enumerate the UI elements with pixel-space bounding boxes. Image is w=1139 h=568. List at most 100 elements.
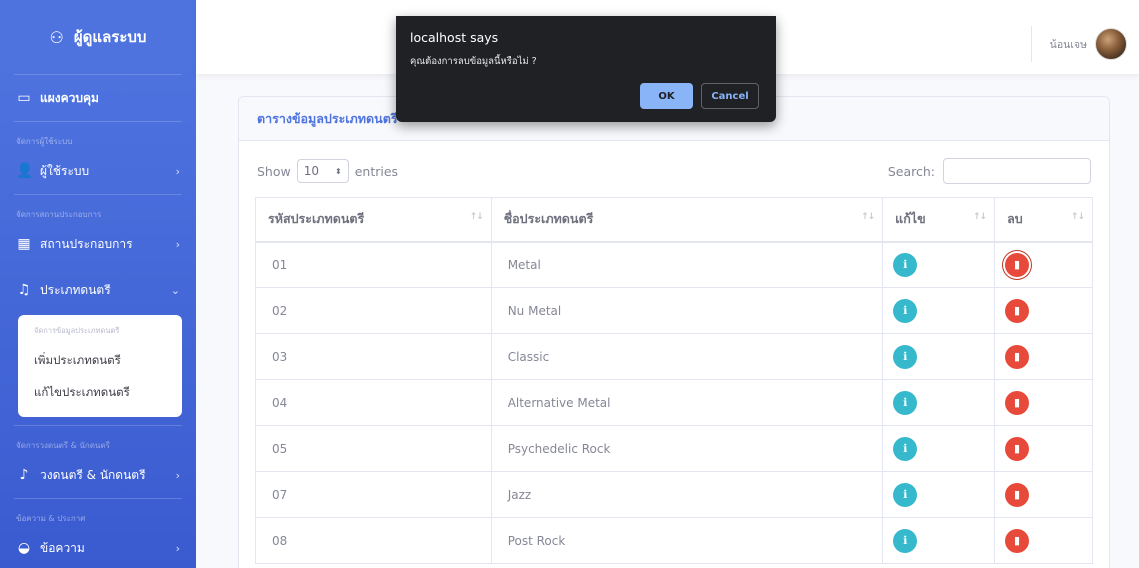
edit-button[interactable]: ℹ [893,482,918,507]
trash-icon: ▮ [1014,396,1021,409]
delete-button[interactable]: ▮ [1005,436,1030,461]
sidebar-item-label: ประเภทดนตรี [40,282,111,297]
delete-button[interactable]: ▮ [1005,252,1030,277]
trash-icon: ▮ [1014,258,1021,272]
user-name: น้อนเจษ [1049,38,1087,51]
table-row: 02 Nu Metal ℹ ▮ [255,287,1093,334]
entries-label: entries [354,163,399,179]
search-input[interactable] [943,158,1091,184]
column-header-delete[interactable]: ลบ ↑↓ [994,197,1093,243]
sidebar-item-label: สถานประกอบการ [40,236,133,251]
trash-icon: ▮ [1014,488,1021,501]
table-row: 03 Classic ℹ ▮ [255,333,1093,380]
message-icon: ◒ [17,540,31,556]
submenu-item-edit[interactable]: แก้ไขประเภทดนตรี [18,377,182,409]
cell-delete: ▮ [994,425,1093,472]
cell-edit: ℹ [882,287,996,334]
user-menu[interactable]: น้อนเจษ [1050,28,1127,60]
sidebar-item-users[interactable]: 👤 ผู้ใช้ระบบ › [0,148,196,194]
cell-name: Alternative Metal [490,379,884,426]
sidebar-brand[interactable]: ⚇ ผู้ดูแลระบบ [0,0,196,74]
ok-button[interactable]: OK [640,83,693,109]
cell-id: 04 [255,379,492,426]
cell-edit: ℹ [882,517,996,564]
edit-button[interactable]: ℹ [893,390,918,415]
table-row: 07 Jazz ℹ ▮ [255,471,1093,518]
sidebar-item-music-type[interactable]: ♫ ประเภทดนตรี ⌄ [0,267,196,313]
cell-id: 07 [255,471,492,518]
delete-button[interactable]: ▮ [1005,528,1030,553]
edit-button[interactable]: ℹ [893,298,918,323]
sidebar-item-dashboard[interactable]: ▭ แผงควบคุม [0,75,196,121]
info-icon: ℹ [903,488,908,501]
select-arrows-icon: ⬍ [335,166,342,176]
sidebar-heading: จัดการวงดนตรี & นักดนตรี [16,441,110,450]
cell-edit: ℹ [882,333,996,380]
cell-name: Metal [490,241,884,288]
header-label: ลบ [1007,211,1023,227]
sidebar-item-messages[interactable]: ◒ ข้อความ › [0,525,196,568]
sidebar-heading: จัดการผู้ใช้ระบบ [16,137,73,146]
cell-delete: ▮ [994,471,1093,518]
delete-button[interactable]: ▮ [1005,390,1030,415]
cell-delete: ▮ [994,287,1093,334]
edit-button[interactable]: ℹ [893,436,918,461]
cell-id: 01 [255,241,492,288]
submenu-item-add[interactable]: เพิ่มประเภทดนตรี [18,345,182,377]
edit-button[interactable]: ℹ [893,528,918,553]
column-header-name[interactable]: ชื่อประเภทดนตรี ↑↓ [490,197,884,243]
chevron-right-icon: › [175,468,180,482]
cell-edit: ℹ [882,471,996,518]
sort-icon: ↑↓ [861,212,875,222]
trash-icon: ▮ [1014,442,1021,455]
chevron-down-icon: ⌄ [170,283,180,297]
sidebar-item-bands[interactable]: ♪ วงดนตรี & นักดนตรี › [0,452,196,498]
topbar-divider [1031,26,1032,62]
trash-icon: ▮ [1014,534,1021,547]
chevron-right-icon: › [175,541,180,555]
table-row: 01 Metal ℹ ▮ [255,241,1093,288]
cell-name: Jazz [490,471,884,518]
music-type-submenu: จัดการข้อมูลประเภทดนตรี เพิ่มประเภทดนตรี… [18,315,182,417]
submenu-heading: จัดการข้อมูลประเภทดนตรี [34,326,120,335]
trash-icon: ▮ [1014,304,1021,317]
trash-icon: ▮ [1014,350,1021,363]
edit-button[interactable]: ℹ [893,252,918,277]
delete-button[interactable]: ▮ [1005,298,1030,323]
guitar-icon: ♪ [19,467,29,483]
info-icon: ℹ [903,396,908,409]
info-icon: ℹ [903,534,908,547]
sidebar-item-label: แผงควบคุม [40,90,99,105]
card-title: ตารางข้อมูลประเภทดนตรี [257,110,398,126]
delete-button[interactable]: ▮ [1005,482,1030,507]
info-icon: ℹ [903,304,908,317]
header-label: ชื่อประเภทดนตรี [503,211,594,227]
column-header-id[interactable]: รหัสประเภทดนตรี ↑↓ [255,197,492,243]
sidebar-item-establishment[interactable]: ▦ สถานประกอบการ › [0,221,196,267]
sidebar-item-label: ผู้ใช้ระบบ [40,163,90,178]
dialog-message: คุณต้องการลบข้อมูลนี้หรือไม่ ? [410,56,537,67]
cell-id: 03 [255,333,492,380]
edit-button[interactable]: ℹ [893,344,918,369]
music-type-card: ตารางข้อมูลประเภทดนตรี Show 10 ⬍ entries… [238,96,1110,568]
cell-delete: ▮ [994,517,1093,564]
cell-name: Psychedelic Rock [490,425,884,472]
entries-length: Show 10 ⬍ entries [257,159,398,183]
entries-select-value: 10 [303,164,320,178]
table-row: 05 Psychedelic Rock ℹ ▮ [255,425,1093,472]
cell-edit: ℹ [882,379,996,426]
cell-delete: ▮ [994,333,1093,380]
column-header-edit[interactable]: แก้ไข ↑↓ [882,197,996,243]
header-label: แก้ไข [895,211,926,227]
cell-name: Post Rock [490,517,884,564]
info-icon: ℹ [903,442,908,455]
confirm-dialog: localhost says คุณต้องการลบข้อมูลนี้หรือ… [396,16,776,122]
cancel-button[interactable]: Cancel [701,83,759,109]
delete-button[interactable]: ▮ [1005,344,1030,369]
table-controls: Show 10 ⬍ entries Search: [257,158,1091,184]
music-type-table: รหัสประเภทดนตรี ↑↓ ชื่อประเภทดนตรี ↑↓ แก้ไ… [255,197,1093,564]
entries-select[interactable]: 10 ⬍ [296,159,349,183]
table-row: 04 Alternative Metal ℹ ▮ [255,379,1093,426]
sort-icon: ↑↓ [972,212,987,222]
header-label: รหัสประเภทดนตรี [268,211,365,227]
